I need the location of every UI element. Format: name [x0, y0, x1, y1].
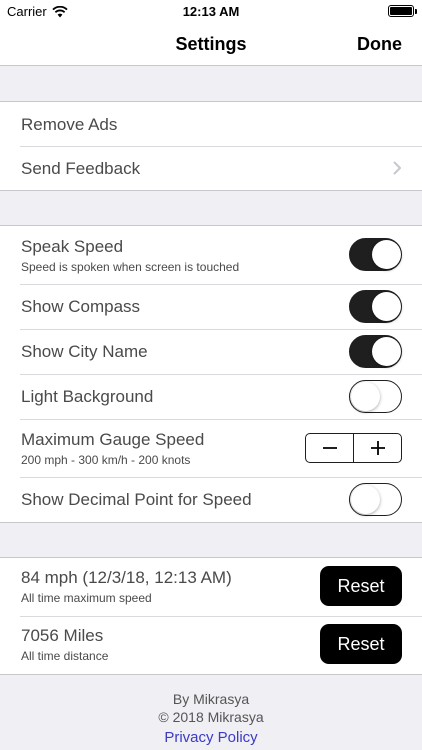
show-compass-label: Show Compass	[21, 297, 141, 316]
send-feedback-row[interactable]: Send Feedback	[0, 146, 422, 190]
speak-speed-label: Speak Speed	[21, 237, 124, 256]
show-city-name-toggle[interactable]	[349, 335, 402, 368]
purchase-group: Remove Ads Send Feedback	[0, 101, 422, 191]
remove-ads-label: Remove Ads	[21, 115, 118, 134]
remove-ads-row[interactable]: Remove Ads	[0, 102, 422, 146]
copyright-label: © 2018 Mikrasya	[158, 709, 264, 725]
max-speed-subtitle: All time maximum speed	[21, 591, 152, 605]
speak-speed-row: Speak Speed Speed is spoken when screen …	[0, 226, 422, 284]
light-background-row: Light Background	[0, 374, 422, 419]
light-background-label: Light Background	[21, 387, 154, 406]
speak-speed-toggle[interactable]	[349, 238, 402, 271]
show-city-name-label: Show City Name	[21, 342, 148, 361]
reset-distance-button[interactable]: Reset	[320, 624, 402, 664]
privacy-policy-link[interactable]: Privacy Policy	[0, 729, 422, 747]
plus-icon	[370, 441, 385, 455]
show-decimal-row: Show Decimal Point for Speed	[0, 477, 422, 522]
speak-speed-subtitle: Speed is spoken when screen is touched	[21, 260, 240, 274]
max-speed-value: 84 mph (12/3/18, 12:13 AM)	[21, 568, 232, 587]
settings-group: Speak Speed Speed is spoken when screen …	[0, 225, 422, 523]
reset-max-speed-button[interactable]: Reset	[320, 566, 402, 606]
done-button[interactable]: Done	[357, 34, 402, 55]
light-background-toggle[interactable]	[349, 380, 402, 413]
show-decimal-toggle[interactable]	[349, 483, 402, 516]
distance-subtitle: All time distance	[21, 649, 109, 663]
max-gauge-speed-stepper	[305, 433, 402, 463]
show-compass-row: Show Compass	[0, 284, 422, 329]
distance-row: 7056 Miles All time distance Reset	[0, 616, 422, 674]
status-time: 12:13 AM	[182, 4, 240, 19]
max-speed-row: 84 mph (12/3/18, 12:13 AM) All time maxi…	[0, 558, 422, 616]
battery-icon	[388, 5, 417, 17]
max-gauge-speed-subtitle: 200 mph - 300 km/h - 200 knots	[21, 453, 191, 467]
show-city-name-row: Show City Name	[0, 329, 422, 374]
send-feedback-label: Send Feedback	[21, 159, 141, 178]
stats-group: 84 mph (12/3/18, 12:13 AM) All time maxi…	[0, 557, 422, 675]
footer: By Mikrasya © 2018 Mikrasya Privacy Poli…	[0, 690, 422, 747]
chevron-right-icon	[393, 161, 401, 175]
max-gauge-speed-label: Maximum Gauge Speed	[21, 430, 205, 449]
minus-icon	[322, 447, 337, 449]
decrement-button[interactable]	[306, 434, 353, 462]
show-decimal-label: Show Decimal Point for Speed	[21, 490, 252, 509]
distance-value: 7056 Miles	[21, 626, 104, 645]
increment-button[interactable]	[353, 434, 401, 462]
show-compass-toggle[interactable]	[349, 290, 402, 323]
author-label: By Mikrasya	[172, 691, 250, 707]
max-gauge-speed-row: Maximum Gauge Speed 200 mph - 300 km/h -…	[0, 419, 422, 477]
navigation-bar: Settings Done	[0, 22, 422, 66]
status-bar: Carrier 12:13 AM	[0, 0, 422, 22]
